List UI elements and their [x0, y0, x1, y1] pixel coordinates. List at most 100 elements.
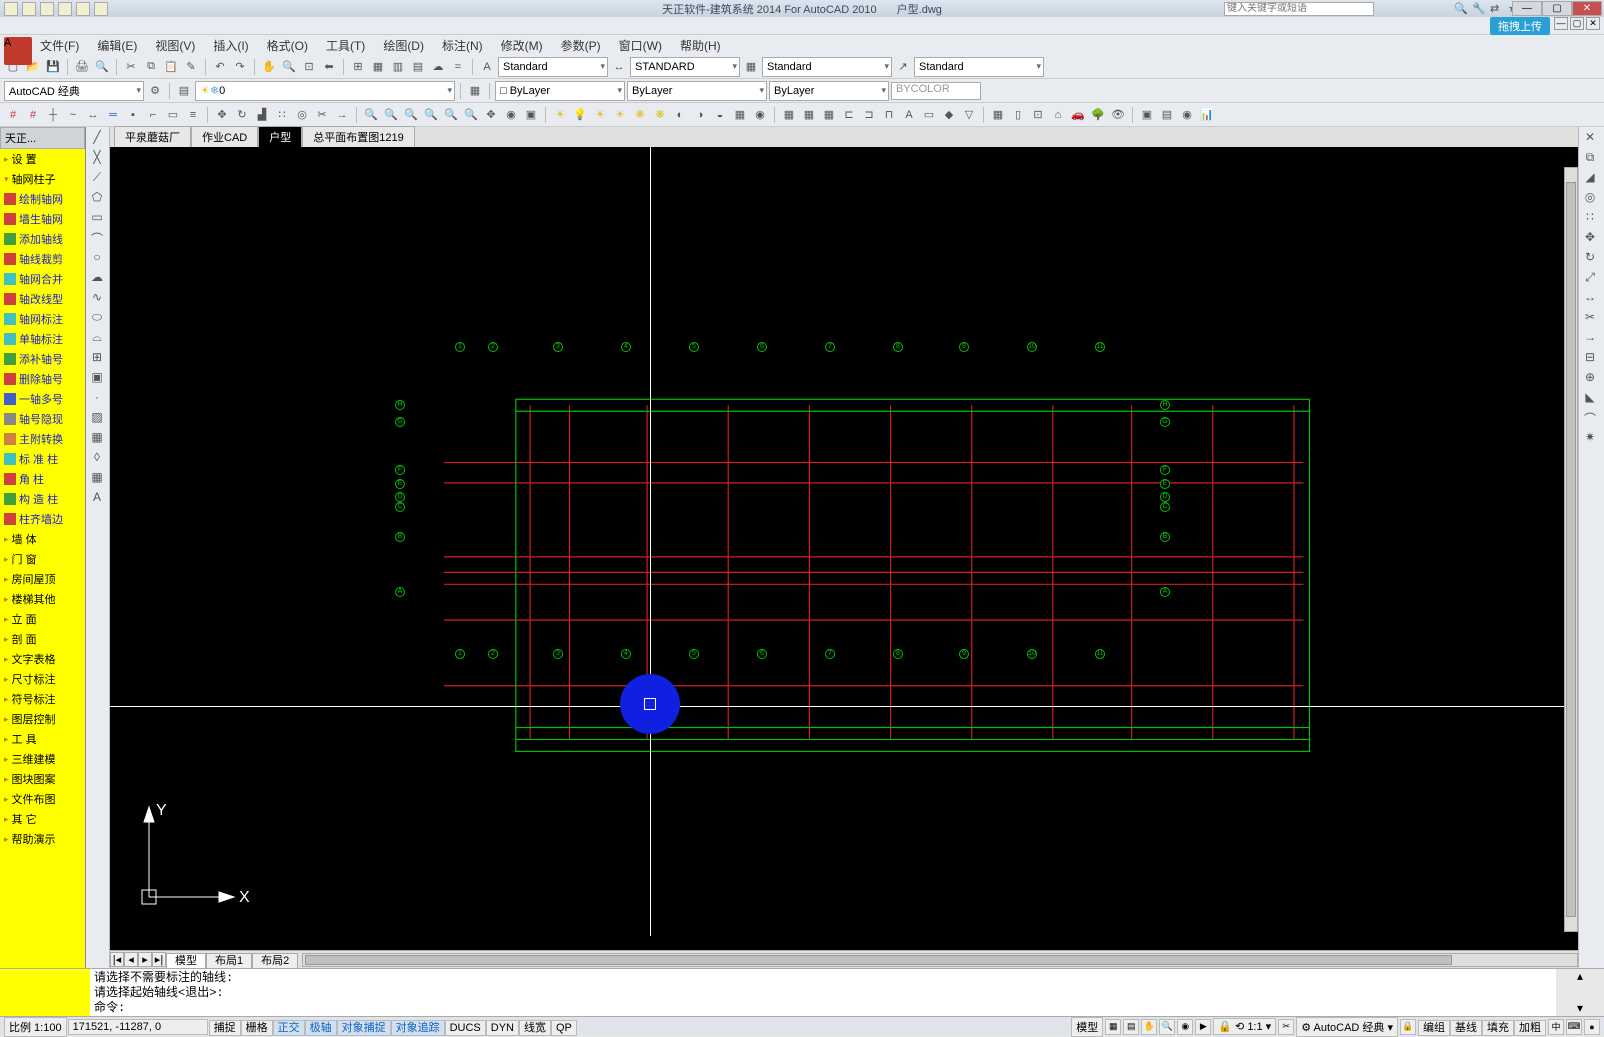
label-icon[interactable]: ▭ [920, 106, 938, 124]
eye-icon[interactable]: 👁 [1109, 106, 1127, 124]
layer-properties-icon[interactable]: ▤ [175, 82, 193, 100]
status-zoom-icon[interactable]: 🔍 [1159, 1019, 1175, 1035]
status-toggle-DYN[interactable]: DYN [486, 1020, 519, 1036]
status-field-3[interactable]: 加粗 [1514, 1020, 1546, 1036]
layer-states-icon[interactable]: ▦ [466, 82, 484, 100]
zoom2-icon[interactable]: 🔍 [382, 106, 400, 124]
trim2-icon[interactable]: ✂ [1581, 309, 1599, 327]
annotation-visibility-icon[interactable]: ✂ [1278, 1019, 1294, 1035]
align1-icon[interactable]: ⊏ [840, 106, 858, 124]
render3-icon[interactable]: ◒ [711, 106, 729, 124]
undo-icon[interactable] [58, 2, 72, 16]
mirror2-icon[interactable]: ◢ [1581, 169, 1599, 187]
zoom5-icon[interactable]: 🔍 [442, 106, 460, 124]
car-icon[interactable]: 🚗 [1069, 106, 1087, 124]
grid2-icon[interactable]: # [24, 106, 42, 124]
linetype-dropdown[interactable]: ByLayer [627, 81, 767, 101]
zoom-prev-icon[interactable]: ⬅ [320, 58, 338, 76]
trim-icon[interactable]: ✂ [313, 106, 331, 124]
sheet-set-icon[interactable]: ▤ [409, 58, 427, 76]
menu-insert[interactable]: 插入(I) [213, 37, 248, 54]
align3-icon[interactable]: ⊓ [880, 106, 898, 124]
help-search-input[interactable] [1224, 2, 1374, 16]
chamfer-icon[interactable]: ◣ [1581, 389, 1599, 407]
table3-icon[interactable]: ▦ [820, 106, 838, 124]
axis-tool-7[interactable]: 单轴标注 [0, 329, 85, 349]
design-center-icon[interactable]: ▦ [369, 58, 387, 76]
status-toggle-DUCS[interactable]: DUCS [445, 1020, 486, 1036]
match-icon[interactable]: ✎ [182, 58, 200, 76]
status-modelspace[interactable]: 模型 [1071, 1017, 1103, 1037]
ellipse-arc-icon[interactable]: ⌓ [88, 329, 106, 347]
status-toggle-捕捉[interactable]: 捕捉 [209, 1020, 241, 1036]
light-icon[interactable]: ◉ [751, 106, 769, 124]
spline-icon[interactable]: ∿ [88, 289, 106, 307]
layout-tab-2[interactable]: 布局2 [252, 953, 298, 969]
copy2-icon[interactable]: ⧉ [1581, 149, 1599, 167]
pline-icon[interactable]: ⟋ [88, 169, 106, 187]
doc-close-button[interactable]: ✕ [1586, 17, 1600, 30]
menu-parametric[interactable]: 参数(P) [561, 37, 601, 54]
binoculars-icon[interactable]: 🔍 [1454, 2, 1468, 16]
lineweight-dropdown[interactable]: ByLayer [769, 81, 889, 101]
rotate-icon[interactable]: ↻ [233, 106, 251, 124]
panel-category-7[interactable]: 尺寸标注 [0, 669, 85, 689]
region-icon[interactable]: ◊ [88, 449, 106, 467]
save-file-icon[interactable]: 💾 [44, 58, 62, 76]
doc-tab-2[interactable]: 户型 [258, 126, 302, 147]
command-scroll-right[interactable]: ▴▾ [1556, 969, 1604, 1016]
text-style-dropdown[interactable]: Standard [498, 57, 608, 77]
keyboard-icon[interactable]: ⌨ [1566, 1019, 1582, 1035]
render2-icon[interactable]: ◑ [691, 106, 709, 124]
sun1-icon[interactable]: ☀ [551, 106, 569, 124]
sun2-icon[interactable]: ☀ [591, 106, 609, 124]
array-icon[interactable]: ∷ [273, 106, 291, 124]
offset2-icon[interactable]: ◎ [1581, 189, 1599, 207]
command-line[interactable]: 请选择不需要标注的轴线: 请选择起始轴线<退出>: 命令: ▴▾ [0, 968, 1604, 1016]
compass-icon[interactable]: ◉ [1178, 106, 1196, 124]
status-scale[interactable]: 比例 1:100 [4, 1017, 67, 1037]
zoom4-icon[interactable]: 🔍 [422, 106, 440, 124]
navigate-icon[interactable]: ✥ [482, 106, 500, 124]
color-dropdown[interactable]: □ ByLayer [495, 81, 625, 101]
menu-view[interactable]: 视图(V) [155, 37, 195, 54]
copy-icon[interactable]: ⧉ [142, 58, 160, 76]
pan-icon[interactable]: ✋ [260, 58, 278, 76]
redo-icon[interactable] [76, 2, 90, 16]
level-icon[interactable]: ▽ [960, 106, 978, 124]
tool-palettes-icon[interactable]: ▥ [389, 58, 407, 76]
xline-icon[interactable]: ╳ [88, 149, 106, 167]
chart-icon[interactable]: 📊 [1198, 106, 1216, 124]
break-icon[interactable]: ⊟ [1581, 349, 1599, 367]
menu-help[interactable]: 帮助(H) [680, 37, 721, 54]
panel-category-8[interactable]: 符号标注 [0, 689, 85, 709]
status-field-1[interactable]: 基线 [1450, 1020, 1482, 1036]
workspace-switch[interactable]: ⚙ AutoCAD 经典 ▾ [1296, 1017, 1398, 1037]
panel-category-3[interactable]: 楼梯其他 [0, 589, 85, 609]
zoom-icon[interactable]: 🔍 [280, 58, 298, 76]
status-toggle-栅格[interactable]: 栅格 [241, 1020, 273, 1036]
panel-category-0[interactable]: 墙 体 [0, 529, 85, 549]
panel-category-6[interactable]: 文字表格 [0, 649, 85, 669]
door-icon[interactable]: ⌐ [144, 106, 162, 124]
axis-tool-6[interactable]: 轴网标注 [0, 309, 85, 329]
cut-icon[interactable]: ✂ [122, 58, 140, 76]
exchange-icon[interactable]: ⇄ [1490, 2, 1504, 16]
redo-arrow-icon[interactable]: ↷ [231, 58, 249, 76]
menu-modify[interactable]: 修改(M) [501, 37, 543, 54]
text-icon[interactable]: A [900, 106, 918, 124]
axis-tool-2[interactable]: 添加轴线 [0, 229, 85, 249]
layout-next-icon[interactable]: ▸ [138, 952, 152, 967]
ime-icon[interactable]: 中 [1548, 1019, 1564, 1035]
status-toggle-对象捕捉[interactable]: 对象捕捉 [337, 1020, 391, 1036]
align2-icon[interactable]: ⊐ [860, 106, 878, 124]
revcloud-icon[interactable]: ☁ [88, 269, 106, 287]
column-icon[interactable]: ▪ [124, 106, 142, 124]
status-field-2[interactable]: 填充 [1482, 1020, 1514, 1036]
circle-icon[interactable]: ○ [88, 249, 106, 267]
app-logo-icon[interactable]: A [4, 37, 32, 65]
quickcalc-icon[interactable]: = [449, 58, 467, 76]
rotate2-icon[interactable]: ↻ [1581, 249, 1599, 267]
properties-icon[interactable]: ⊞ [349, 58, 367, 76]
table-draw-icon[interactable]: ▦ [88, 469, 106, 487]
